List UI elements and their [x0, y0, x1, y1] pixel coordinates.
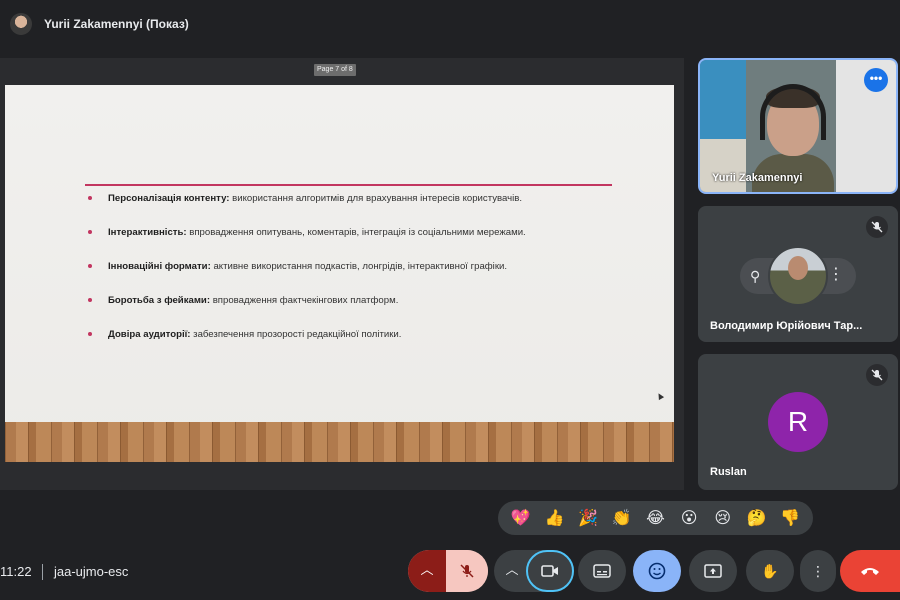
- captions-button[interactable]: [578, 550, 626, 592]
- bullet-dot-icon: [88, 332, 92, 336]
- participant-name: Ruslan: [710, 466, 747, 478]
- bullet-text: активне використання подкастів, лонгріді…: [210, 261, 508, 272]
- bullet-text: використання алгоритмів для врахування і…: [229, 193, 522, 204]
- hang-up-icon: [861, 568, 879, 575]
- hand-icon: ✋: [761, 562, 779, 579]
- pin-icon[interactable]: ⚲: [750, 268, 766, 284]
- reaction-clap-icon[interactable]: 👏: [608, 508, 636, 528]
- leave-call-button[interactable]: [840, 550, 900, 592]
- microphone-control: ︿: [408, 550, 488, 592]
- raise-hand-button[interactable]: ✋: [746, 550, 794, 592]
- reaction-sad-icon[interactable]: 😢: [709, 508, 737, 528]
- participant-name: Yurii Zakamennyi: [712, 172, 803, 184]
- participant-tile[interactable]: ⚲ ⋮ Володимир Юрійович Тар...: [698, 206, 898, 342]
- slide-bullet: Довіра аудиторії: забезпечення прозорост…: [88, 329, 526, 363]
- more-options-icon[interactable]: •••: [864, 68, 888, 92]
- presentation-stage: Page 7 of 8 Персоналізація контенту: вик…: [0, 58, 684, 490]
- bullet-text: впровадження опитувань, коментарів, інте…: [186, 227, 526, 238]
- camera-control: ︿: [494, 550, 574, 592]
- bullet-heading: Боротьба з фейками:: [108, 295, 211, 306]
- presenter-avatar: [10, 13, 32, 35]
- slide-accent-rule: [85, 184, 612, 186]
- presenter-title: Yurii Zakamennyi (Показ): [44, 17, 189, 31]
- slide-bullet: Інноваційні формати: активне використанн…: [88, 261, 526, 295]
- page-indicator: Page 7 of 8: [314, 64, 356, 76]
- reactions-button[interactable]: [633, 550, 681, 592]
- participant-tile-self[interactable]: ••• Yurii Zakamennyi: [698, 58, 898, 194]
- present-screen-icon: [704, 564, 722, 578]
- slide-bullet-list: Персоналізація контенту: використання ал…: [88, 193, 526, 363]
- present-now-button[interactable]: [689, 550, 737, 592]
- mic-off-icon: [866, 364, 888, 386]
- reaction-thumbs-up-icon[interactable]: 👍: [540, 508, 568, 528]
- bullet-heading: Персоналізація контенту:: [108, 193, 230, 204]
- meeting-code: jaa-ujmo-esc: [54, 564, 129, 579]
- reaction-heart-icon[interactable]: 💖: [507, 508, 535, 528]
- slide-bullet: Персоналізація контенту: використання ал…: [88, 193, 526, 227]
- reactions-bar: 💖 👍 🎉 👏 😂 😮 😢 🤔 👎: [498, 501, 813, 535]
- bullet-heading: Довіра аудиторії:: [108, 329, 191, 340]
- slide-bullet: Боротьба з фейками: впровадження фактчек…: [88, 295, 526, 329]
- emoji-icon: [648, 562, 666, 580]
- participant-name: Володимир Юрійович Тар...: [710, 320, 863, 332]
- more-options-button[interactable]: ⋮: [800, 550, 836, 592]
- mic-toggle-button[interactable]: [446, 550, 488, 592]
- mic-options-chevron-icon[interactable]: ︿: [408, 550, 446, 592]
- reaction-thinking-icon[interactable]: 🤔: [742, 508, 770, 528]
- bullet-text: забезпечення прозорості редакційної полі…: [190, 329, 402, 340]
- bullet-heading: Інтерактивність:: [108, 227, 187, 238]
- participant-tile[interactable]: R Ruslan: [698, 354, 898, 490]
- bullet-dot-icon: [88, 230, 92, 234]
- reaction-party-icon[interactable]: 🎉: [574, 508, 602, 528]
- captions-icon: [593, 564, 611, 578]
- bullet-heading: Інноваційні формати:: [108, 261, 211, 272]
- wood-floor-graphic: [5, 422, 674, 462]
- bullet-text: впровадження фактчекінгових платформ.: [210, 295, 399, 306]
- more-vert-icon: ⋮: [811, 562, 825, 579]
- mic-off-icon: [460, 564, 474, 578]
- shared-slide: Персоналізація контенту: використання ал…: [5, 85, 674, 462]
- reaction-surprised-icon[interactable]: 😮: [675, 508, 703, 528]
- reaction-laugh-icon[interactable]: 😂: [641, 508, 669, 528]
- camera-toggle-button[interactable]: [526, 550, 574, 592]
- more-vert-icon[interactable]: ⋮: [828, 266, 844, 284]
- bullet-dot-icon: [88, 264, 92, 268]
- avatar: R: [768, 392, 828, 452]
- camera-icon: [541, 565, 558, 577]
- divider: [42, 564, 43, 580]
- meeting-clock: 11:22: [0, 564, 32, 579]
- bullet-dot-icon: [88, 196, 92, 200]
- mouse-cursor-icon: [655, 391, 665, 401]
- camera-options-chevron-icon[interactable]: ︿: [500, 550, 524, 590]
- call-controls-bar: 11:22 jaa-ujmo-esc ︿ ︿ ✋ ⋮: [0, 542, 900, 600]
- bullet-dot-icon: [88, 298, 92, 302]
- presenter-header: Yurii Zakamennyi (Показ): [0, 0, 900, 48]
- reaction-thumbs-down-icon[interactable]: 👎: [776, 508, 804, 528]
- avatar: [768, 246, 828, 306]
- avatar-face: [788, 256, 808, 280]
- mic-off-icon: [866, 216, 888, 238]
- slide-bullet: Інтерактивність: впровадження опитувань,…: [88, 227, 526, 261]
